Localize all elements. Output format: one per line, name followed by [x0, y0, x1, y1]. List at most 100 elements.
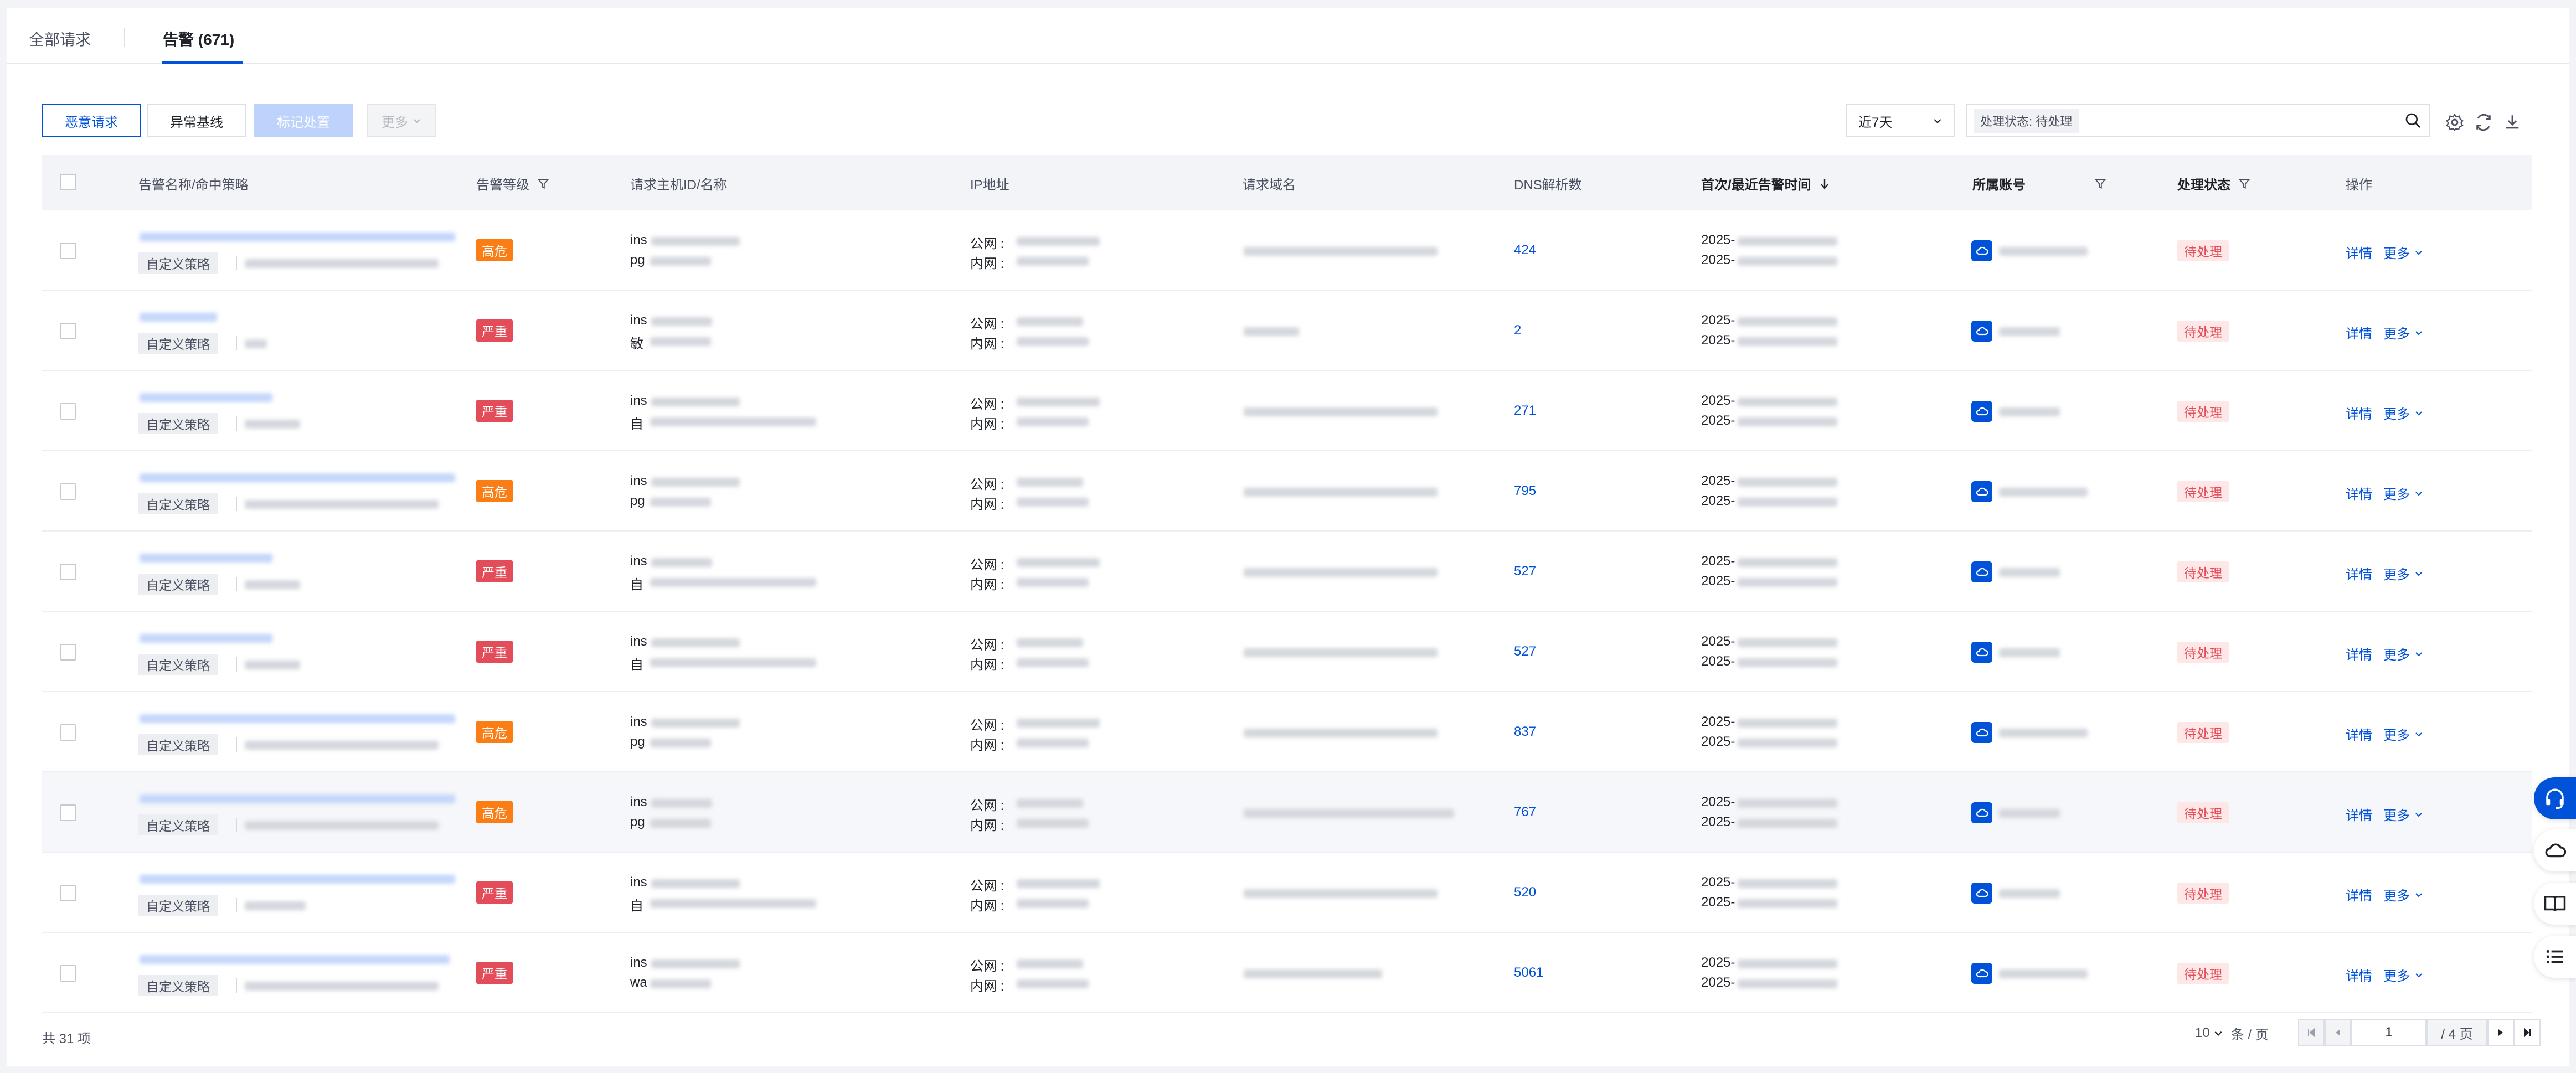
filter-chip-status[interactable]: 处理状态: 待处理 — [1974, 109, 2079, 133]
row-checkbox[interactable] — [60, 804, 76, 821]
time-range-select[interactable]: 近7天 — [1846, 104, 1955, 137]
more-link[interactable]: 更多 — [2383, 564, 2410, 583]
column-level[interactable]: 告警等级 — [476, 174, 549, 193]
host-id[interactable]: ins — [630, 955, 647, 971]
host-id[interactable]: ins — [630, 313, 647, 328]
chevron-down-icon[interactable] — [2414, 409, 2423, 417]
column-time[interactable]: 首次/最近告警时间 — [1701, 174, 1830, 193]
malicious-request-button[interactable]: 恶意请求 — [42, 104, 141, 137]
detail-link[interactable]: 详情 — [2346, 564, 2372, 583]
detail-link[interactable]: 详情 — [2346, 804, 2372, 824]
abnormal-baseline-button[interactable]: 异常基线 — [147, 104, 246, 137]
table-row[interactable]: 自定义策略 高危 ins pg 公网 : 内网 : 795 2025- 2025… — [42, 451, 2532, 532]
row-checkbox[interactable] — [60, 483, 76, 500]
table-row[interactable]: 自定义策略 严重 ins 敏 公网 : 内网 : 2 2025- 2025- 待… — [42, 291, 2532, 371]
cloud-float-button[interactable] — [2534, 829, 2576, 871]
prev-page-button[interactable] — [2325, 1019, 2351, 1046]
more-link[interactable]: 更多 — [2383, 483, 2410, 503]
detail-link[interactable]: 详情 — [2346, 323, 2372, 342]
host-id[interactable]: ins — [630, 393, 647, 409]
table-row[interactable]: 自定义策略 严重 ins wa 公网 : 内网 : 5061 2025- 202… — [42, 933, 2532, 1013]
host-id[interactable]: ins — [630, 233, 647, 248]
column-account[interactable]: 所属账号 — [1972, 174, 2106, 193]
download-icon[interactable] — [2503, 113, 2522, 132]
host-id[interactable]: ins — [630, 634, 647, 649]
sort-down-icon[interactable] — [1819, 178, 1830, 190]
alert-name-link[interactable] — [140, 634, 272, 643]
filter-icon[interactable] — [2238, 178, 2250, 190]
dns-count-link[interactable]: 2 — [1514, 323, 1521, 338]
select-all-checkbox[interactable] — [60, 174, 76, 190]
chevron-down-icon[interactable] — [2414, 971, 2423, 979]
dns-count-link[interactable]: 795 — [1514, 483, 1536, 499]
detail-link[interactable]: 详情 — [2346, 965, 2372, 984]
row-checkbox[interactable] — [60, 644, 76, 661]
alert-name-link[interactable] — [140, 313, 217, 322]
detail-link[interactable]: 详情 — [2346, 243, 2372, 262]
chevron-down-icon[interactable] — [2414, 569, 2423, 578]
chevron-down-icon[interactable] — [2414, 248, 2423, 257]
chevron-down-icon[interactable] — [2414, 649, 2423, 658]
list-float-button[interactable] — [2534, 936, 2576, 978]
next-page-button[interactable] — [2487, 1019, 2514, 1046]
dns-count-link[interactable]: 527 — [1514, 644, 1536, 659]
chevron-down-icon[interactable] — [2414, 489, 2423, 498]
dns-count-link[interactable]: 837 — [1514, 724, 1536, 740]
row-checkbox[interactable] — [60, 724, 76, 741]
more-link[interactable]: 更多 — [2383, 965, 2410, 984]
dns-count-link[interactable]: 520 — [1514, 885, 1536, 900]
row-checkbox[interactable] — [60, 564, 76, 580]
row-checkbox[interactable] — [60, 965, 76, 982]
more-link[interactable]: 更多 — [2383, 885, 2410, 904]
first-page-button[interactable] — [2298, 1019, 2325, 1046]
table-row[interactable]: 自定义策略 高危 ins pg 公网 : 内网 : 767 2025- 2025… — [42, 772, 2532, 853]
dns-count-link[interactable]: 271 — [1514, 403, 1536, 419]
alert-name-link[interactable] — [140, 795, 455, 803]
detail-link[interactable]: 详情 — [2346, 885, 2372, 904]
detail-link[interactable]: 详情 — [2346, 483, 2372, 503]
host-id[interactable]: ins — [630, 875, 647, 890]
host-id[interactable]: ins — [630, 554, 647, 569]
alert-name-link[interactable] — [140, 473, 455, 482]
more-link[interactable]: 更多 — [2383, 243, 2410, 262]
page-number-input[interactable]: 1 — [2351, 1019, 2426, 1046]
docs-float-button[interactable] — [2534, 883, 2576, 925]
filter-search-input[interactable]: 处理状态: 待处理 — [1966, 104, 2430, 137]
row-checkbox[interactable] — [60, 885, 76, 901]
tab-alerts[interactable]: 告警 (671) — [163, 28, 234, 50]
table-row[interactable]: 自定义策略 高危 ins pg 公网 : 内网 : 837 2025- 2025… — [42, 692, 2532, 772]
alert-name-link[interactable] — [140, 554, 272, 563]
alert-name-link[interactable] — [140, 393, 272, 402]
gear-icon[interactable] — [2445, 113, 2464, 132]
table-row[interactable]: 自定义策略 严重 ins 自 公网 : 内网 : 520 2025- 2025-… — [42, 853, 2532, 933]
host-id[interactable]: ins — [630, 714, 647, 730]
host-id[interactable]: ins — [630, 473, 647, 489]
host-id[interactable]: ins — [630, 795, 647, 810]
search-icon[interactable] — [2404, 112, 2422, 130]
more-link[interactable]: 更多 — [2383, 644, 2410, 663]
row-checkbox[interactable] — [60, 323, 76, 339]
table-row[interactable]: 自定义策略 高危 ins pg 公网 : 内网 : 424 2025- 2025… — [42, 210, 2532, 291]
chevron-down-icon[interactable] — [2414, 730, 2423, 739]
chevron-down-icon[interactable] — [2414, 328, 2423, 337]
alert-name-link[interactable] — [140, 955, 450, 964]
more-link[interactable]: 更多 — [2383, 804, 2410, 824]
filter-icon[interactable] — [2094, 178, 2106, 190]
filter-icon[interactable] — [537, 178, 549, 190]
support-float-button[interactable] — [2534, 777, 2576, 819]
dns-count-link[interactable]: 527 — [1514, 564, 1536, 579]
more-link[interactable]: 更多 — [2383, 724, 2410, 744]
row-checkbox[interactable] — [60, 243, 76, 259]
more-link[interactable]: 更多 — [2383, 323, 2410, 342]
chevron-down-icon[interactable] — [2414, 810, 2423, 819]
more-actions-button[interactable]: 更多 — [367, 104, 436, 137]
alert-name-link[interactable] — [140, 233, 455, 241]
page-size-select[interactable]: 10 条 / 页 — [2195, 1018, 2269, 1049]
alert-name-link[interactable] — [140, 714, 455, 723]
table-row[interactable]: 自定义策略 严重 ins 自 公网 : 内网 : 527 2025- 2025-… — [42, 612, 2532, 692]
refresh-icon[interactable] — [2474, 113, 2493, 132]
detail-link[interactable]: 详情 — [2346, 644, 2372, 663]
alert-name-link[interactable] — [140, 875, 455, 884]
dns-count-link[interactable]: 5061 — [1514, 965, 1543, 981]
dns-count-link[interactable]: 424 — [1514, 243, 1536, 258]
